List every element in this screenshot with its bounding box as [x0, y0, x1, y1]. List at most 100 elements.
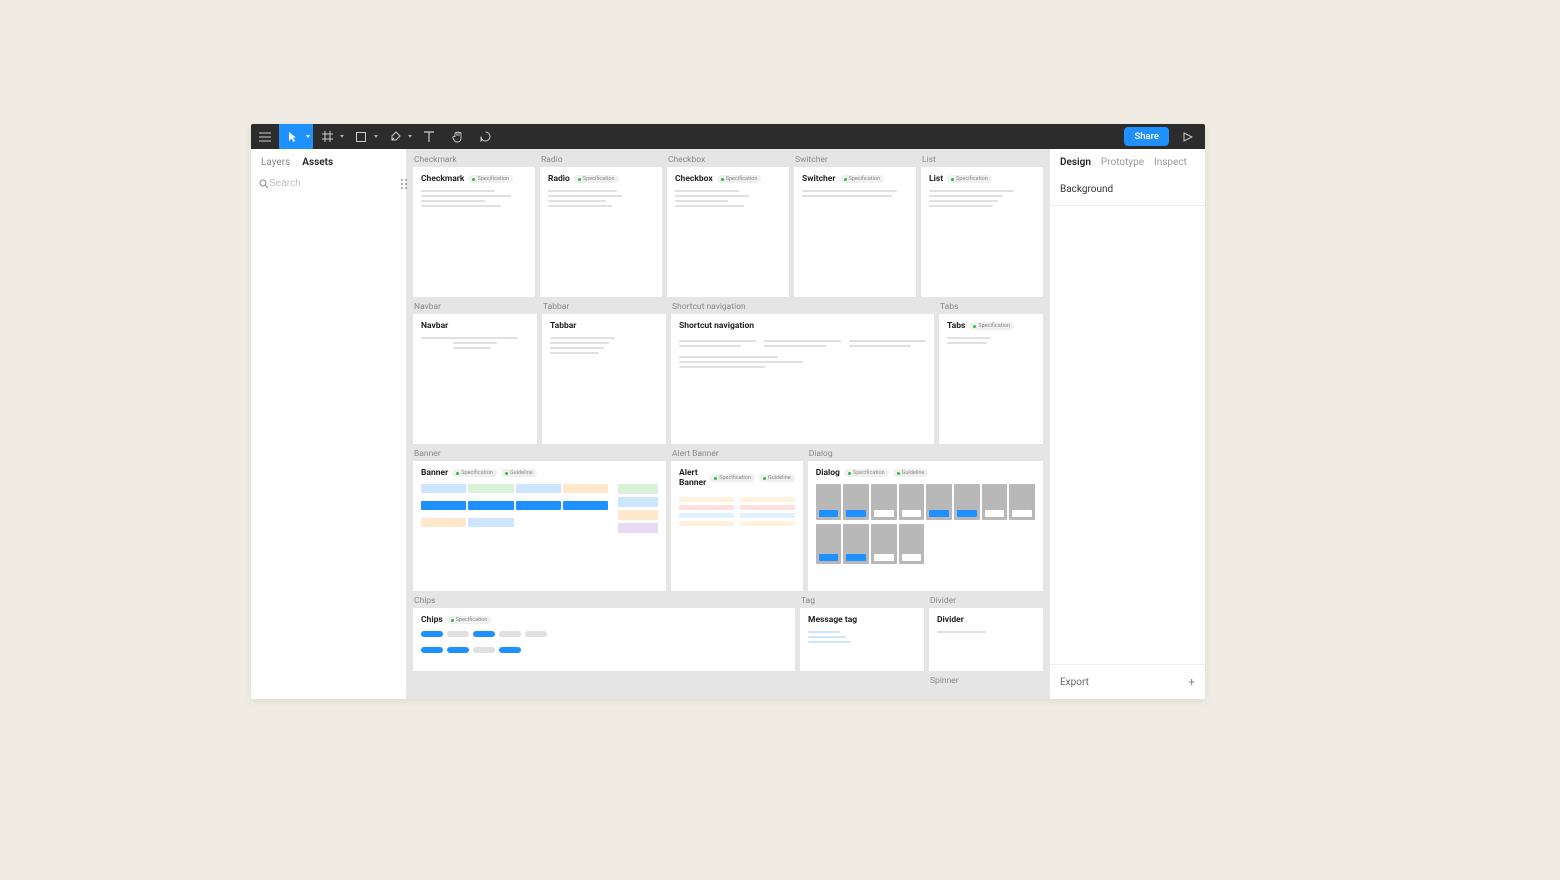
frame-label: Checkmark — [413, 155, 535, 165]
frame-switcher[interactable]: Switcher Switcher Specification — [794, 155, 916, 297]
frame-icon — [322, 131, 333, 142]
frame-title: Dialog — [816, 468, 840, 478]
cursor-icon — [288, 131, 298, 143]
tab-prototype[interactable]: Prototype — [1101, 157, 1144, 168]
frame-navbar[interactable]: Navbar Navbar — [413, 302, 537, 444]
shape-tool[interactable] — [347, 124, 381, 149]
background-section: Background — [1050, 174, 1205, 206]
tab-inspect[interactable]: Inspect — [1154, 157, 1187, 168]
export-label: Export — [1060, 677, 1089, 688]
canvas-inner: Checkmark Checkmark Specification Radio R… — [407, 149, 1049, 699]
spec-pill: Specification — [969, 322, 1014, 330]
top-toolbar: Share — [251, 124, 1205, 149]
comment-tool[interactable] — [471, 124, 499, 149]
frame-label: Alert Banner — [671, 449, 803, 459]
frame-tool[interactable] — [313, 124, 347, 149]
right-panel-tabs: Design Prototype Inspect — [1050, 149, 1205, 174]
frame-label: Tabs — [939, 302, 1043, 312]
frame-label: Tabbar — [542, 302, 666, 312]
chevron-down-icon — [340, 135, 344, 138]
frame-title: List — [929, 174, 943, 184]
frame-label: List — [921, 155, 1043, 165]
frame-title: Tabs — [947, 321, 965, 331]
frame-label: Chips — [413, 596, 795, 606]
frame-label: Tag — [800, 596, 924, 606]
spec-pill: Specification — [574, 175, 619, 183]
frame-title: Banner — [421, 468, 448, 478]
tab-assets[interactable]: Assets — [302, 157, 333, 168]
frame-label: Navbar — [413, 302, 537, 312]
app-body: Layers Assets Checkmark — [251, 149, 1205, 699]
guideline-pill: Guideline — [501, 469, 537, 477]
frame-radio[interactable]: Radio Radio Specification — [540, 155, 662, 297]
frame-label: Dialog — [808, 449, 1043, 459]
text-tool[interactable] — [415, 124, 443, 149]
frame-shortcut-nav[interactable]: Shortcut navigation Shortcut navigation — [671, 302, 934, 444]
frame-row: Navbar Navbar Tabbar Tabbar Shortcut nav… — [413, 302, 1043, 444]
frame-chips[interactable]: Chips Chips Specification — [413, 596, 795, 671]
frame-label: Shortcut navigation — [671, 302, 934, 312]
frame-dialog[interactable]: Dialog Dialog Specification Guideline — [808, 449, 1043, 591]
frame-title: Shortcut navigation — [679, 321, 754, 331]
search-icon — [259, 179, 269, 189]
spec-pill: Specification — [468, 175, 513, 183]
left-panel: Layers Assets — [251, 149, 407, 699]
tab-design[interactable]: Design — [1060, 157, 1091, 168]
frame-title: Divider — [937, 615, 964, 625]
export-section[interactable]: Export + — [1050, 664, 1205, 699]
spec-pill: Specification — [447, 616, 492, 624]
frame-title: Checkmark — [421, 174, 464, 184]
pen-tool[interactable] — [381, 124, 415, 149]
frame-title: Checkbox — [675, 174, 713, 184]
frame-label: Radio — [540, 155, 662, 165]
comment-icon — [480, 131, 491, 142]
frame-title: Navbar — [421, 321, 448, 331]
right-panel-spacer — [1050, 206, 1205, 664]
frame-title: Switcher — [802, 174, 836, 184]
frame-list[interactable]: List List Specification — [921, 155, 1043, 297]
frame-banner[interactable]: Banner BannerSpecificationGuideline — [413, 449, 666, 591]
frame-row: Spinner — [413, 676, 1043, 692]
frame-title: Tabbar — [550, 321, 576, 331]
canvas[interactable]: Checkmark Checkmark Specification Radio R… — [407, 149, 1049, 699]
plus-icon[interactable]: + — [1188, 675, 1195, 689]
frame-tabbar[interactable]: Tabbar Tabbar — [542, 302, 666, 444]
figma-app: Share Layers Assets — [251, 124, 1205, 699]
frame-tabs[interactable]: Tabs Tabs Specification — [939, 302, 1043, 444]
menu-button[interactable] — [251, 124, 279, 149]
present-button[interactable] — [1175, 124, 1201, 149]
frame-alert-banner[interactable]: Alert Banner Alert BannerSpecificationGu… — [671, 449, 803, 591]
hand-tool[interactable] — [443, 124, 471, 149]
asset-search-row — [251, 174, 406, 193]
move-tool[interactable] — [279, 124, 313, 149]
frame-label: Checkbox — [667, 155, 789, 165]
frame-row: Chips Chips Specification Tag Message tag — [413, 596, 1043, 671]
frame-title: Radio — [548, 174, 570, 184]
left-panel-tabs: Layers Assets — [251, 149, 406, 174]
tab-layers[interactable]: Layers — [261, 157, 290, 168]
toolbar-left — [251, 124, 499, 149]
frame-label: Banner — [413, 449, 666, 459]
rectangle-icon — [356, 132, 366, 142]
frame-checkmark[interactable]: Checkmark Checkmark Specification — [413, 155, 535, 297]
background-label: Background — [1060, 184, 1113, 195]
frame-label: Divider — [929, 596, 1043, 606]
guideline-pill: Guideline — [759, 474, 795, 482]
spec-pill: Specification — [844, 469, 889, 477]
chevron-down-icon — [306, 135, 310, 138]
spec-pill: Specification — [840, 175, 885, 183]
search-input[interactable] — [269, 178, 401, 189]
frame-spinner[interactable]: Spinner — [929, 676, 1043, 692]
frame-tag[interactable]: Tag Message tag — [800, 596, 924, 671]
share-button[interactable]: Share — [1124, 127, 1169, 146]
hand-icon — [452, 131, 463, 143]
frame-divider[interactable]: Divider Divider — [929, 596, 1043, 671]
frame-title: Message tag — [808, 615, 857, 625]
frame-checkbox[interactable]: Checkbox CheckboxSpecification — [667, 155, 789, 297]
spec-pill: Specification — [947, 175, 992, 183]
frame-label: Spinner — [929, 676, 1043, 686]
frame-title: Chips — [421, 615, 443, 625]
guideline-pill: Guideline — [893, 469, 929, 477]
frame-label: Switcher — [794, 155, 916, 165]
hamburger-icon — [259, 132, 271, 142]
